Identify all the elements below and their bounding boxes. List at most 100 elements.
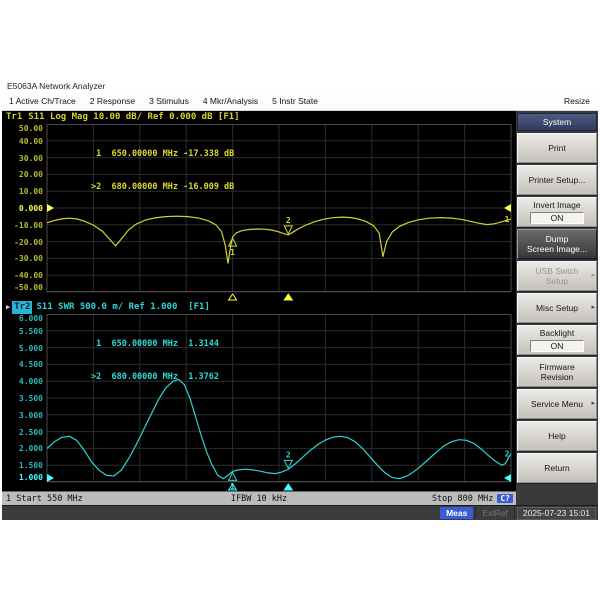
ref-level-left-arrow-icon: [47, 204, 54, 212]
softkey-label: Service Menu: [531, 399, 583, 409]
clock: 2025-07-23 15:01: [516, 506, 596, 520]
marker-2-stimulus-indicator-icon: [283, 483, 294, 491]
softkey-label: Print: [548, 143, 566, 153]
softkey-label: Invert Image: [533, 200, 581, 210]
stop-frequency: Stop 800 MHz: [431, 493, 494, 504]
menu-active-ch-trace[interactable]: 1 Active Ch/Trace: [2, 93, 83, 110]
y-tick-label: 3.000: [18, 410, 43, 420]
extref-indicator: ExtRef: [475, 507, 515, 519]
resize-button[interactable]: Resize: [556, 93, 598, 110]
marker-1-stimulus-indicator-icon: [227, 293, 238, 301]
active-trace-arrow-icon: ▶: [6, 303, 11, 311]
trace1-plot: 1 2 1 1 650.00000 MHz -17.338 dB >2 680.00…: [46, 124, 512, 301]
trace1-marker-readout: 1 650.00000 MHz -17.338 dB >2 680.00000 …: [91, 127, 234, 215]
cal-status-badge: C?: [497, 494, 513, 503]
marker-2-number: 2: [286, 216, 291, 225]
softkey-label: Firmware: [539, 362, 575, 372]
submenu-arrow-icon: ▸: [591, 304, 595, 311]
submenu-arrow-icon: ▸: [591, 400, 595, 407]
softkey-label: Backlight: [539, 328, 575, 338]
softkey-label: Setup: [545, 276, 569, 286]
trace2-params: S11 SWR 500.0 m/ Ref 1.000 [F1]: [36, 302, 210, 312]
window-title: E5063A Network Analyzer: [2, 80, 598, 93]
softkey-menu-title: System: [517, 113, 597, 131]
marker-2-number: 2: [286, 450, 291, 459]
trace2-graticule: ▶ Tr2 S11 SWR 500.0 m/ Ref 1.000 [F1] 6.…: [2, 301, 516, 491]
channel-status-bar: 1 Start 550 MHz IFBW 10 kHz Stop 800 MHz…: [2, 491, 516, 505]
y-tick-label: 2.500: [18, 427, 43, 437]
softkey-label: USB Swtch: [535, 266, 579, 276]
softkey-backlight[interactable]: Backlight ON: [517, 325, 597, 355]
analyzer-window: E5063A Network Analyzer 1 Active Ch/Trac…: [2, 80, 598, 520]
softkey-label: Dump: [545, 234, 569, 244]
marker-1-number: 1: [230, 248, 235, 257]
instrument-status-bar: Meas ExtRef 2025-07-23 15:01: [2, 505, 598, 520]
softkey-label: Printer Setup...: [528, 175, 586, 185]
marker1-readout: 1 650.00000 MHz -17.338 dB: [91, 149, 235, 159]
softkey-label: Return: [544, 463, 570, 473]
softkey-return[interactable]: Return: [517, 453, 597, 483]
trace2-y-axis-labels: 6.000 5.500 5.000 4.500 4.000 3.500 3.000 2.500…: [2, 314, 46, 491]
start-frequency: Start 550 MHz: [16, 493, 83, 504]
trace1-id: Tr1: [6, 112, 23, 122]
ref-level-right-arrow-icon: [504, 204, 511, 212]
menu-response[interactable]: 2 Response: [83, 93, 142, 110]
trace-end-number: 2: [505, 449, 510, 458]
softkey-menu: System Print Printer Setup... Invert Image…: [516, 111, 598, 505]
softkey-service-menu[interactable]: Service Menu ▸: [517, 389, 597, 419]
y-tick-label: 5.500: [18, 326, 43, 336]
y-tick-label: -40.00: [14, 271, 43, 281]
softkey-firmware-revision[interactable]: Firmware Revision: [517, 357, 597, 387]
trace2-header[interactable]: ▶ Tr2 S11 SWR 500.0 m/ Ref 1.000 [F1]: [2, 301, 516, 314]
trace2-id: Tr2: [12, 301, 33, 314]
softkey-label: Misc Setup: [535, 303, 579, 313]
trace-end-number: 1: [505, 215, 510, 224]
channel-number: 1 Start 550 MHz: [6, 493, 83, 504]
softkey-printer-setup[interactable]: Printer Setup...: [517, 165, 597, 195]
y-tick-label: 20.00: [18, 170, 43, 180]
y-tick-label: 0.000: [18, 204, 43, 213]
trace1-graticule: Tr1 S11 Log Mag 10.00 dB/ Ref 0.000 dB […: [2, 111, 516, 301]
trace1-header[interactable]: Tr1 S11 Log Mag 10.00 dB/ Ref 0.000 dB […: [2, 111, 516, 124]
y-tick-label: 3.500: [18, 394, 43, 403]
y-tick-label: 50.00: [18, 124, 43, 133]
meas-status-badge: Meas: [440, 507, 474, 519]
softkey-state-value: ON: [530, 340, 584, 352]
softkey-label: Help: [548, 431, 566, 441]
ifbw-value: IFBW 10 kHz: [230, 493, 288, 504]
ref-level-left-arrow-icon: [47, 474, 54, 482]
y-tick-label: -30.00: [14, 254, 43, 264]
y-tick-label: -20.00: [14, 237, 43, 247]
y-tick-label: -10.00: [14, 220, 43, 230]
y-tick-label: 1.500: [18, 461, 43, 471]
menu-stimulus[interactable]: 3 Stimulus: [142, 93, 196, 110]
softkey-print[interactable]: Print: [517, 133, 597, 163]
y-tick-label: 6.000: [18, 314, 43, 323]
trace1-y-axis-labels: 50.00 40.00 30.00 20.00 10.00 0.000 -10.00 -20.…: [2, 124, 46, 301]
y-tick-label: 30.00: [18, 153, 43, 163]
y-tick-label: 4.500: [18, 360, 43, 370]
y-tick-label: -50.00: [14, 283, 43, 292]
marker2-readout: >2 680.00000 MHz -16.009 dB: [91, 182, 235, 192]
softkey-invert-image[interactable]: Invert Image ON: [517, 197, 597, 227]
menu-instr-state[interactable]: 5 Instr State: [265, 93, 325, 110]
y-tick-label: 1.000: [18, 473, 43, 482]
y-tick-label: 2.000: [18, 444, 43, 454]
softkey-misc-setup[interactable]: Misc Setup ▸: [517, 293, 597, 323]
softkey-usb-swtch-setup: USB Swtch Setup ▸: [517, 261, 597, 291]
softkey-list: Print Printer Setup... Invert Image ON Dump S…: [516, 133, 598, 485]
marker2-readout: >2 680.00000 MHz 1.3762: [91, 372, 219, 382]
trace2-plot: 122 1 650.00000 MHz 1.3144 >2 680.00000 …: [46, 314, 512, 491]
marker-2-stimulus-indicator-icon: [283, 293, 294, 301]
submenu-arrow-icon: ▸: [591, 272, 595, 279]
y-tick-label: 10.00: [18, 187, 43, 197]
marker1-readout: 1 650.00000 MHz 1.3144: [91, 339, 219, 349]
softkey-dump-screen-image[interactable]: Dump Screen Image...: [517, 229, 597, 259]
softkey-help[interactable]: Help: [517, 421, 597, 451]
softkey-state-value: ON: [530, 212, 584, 224]
trace1-params: S11 Log Mag 10.00 dB/ Ref 0.000 dB [F1]: [28, 112, 240, 122]
trace2-marker-readout: 1 650.00000 MHz 1.3144 >2 680.00000 MHz …: [91, 317, 219, 405]
menu-bar: 1 Active Ch/Trace 2 Response 3 Stimulus …: [2, 93, 598, 111]
y-tick-label: 5.000: [18, 343, 43, 353]
menu-mkr-analysis[interactable]: 4 Mkr/Analysis: [196, 93, 265, 110]
